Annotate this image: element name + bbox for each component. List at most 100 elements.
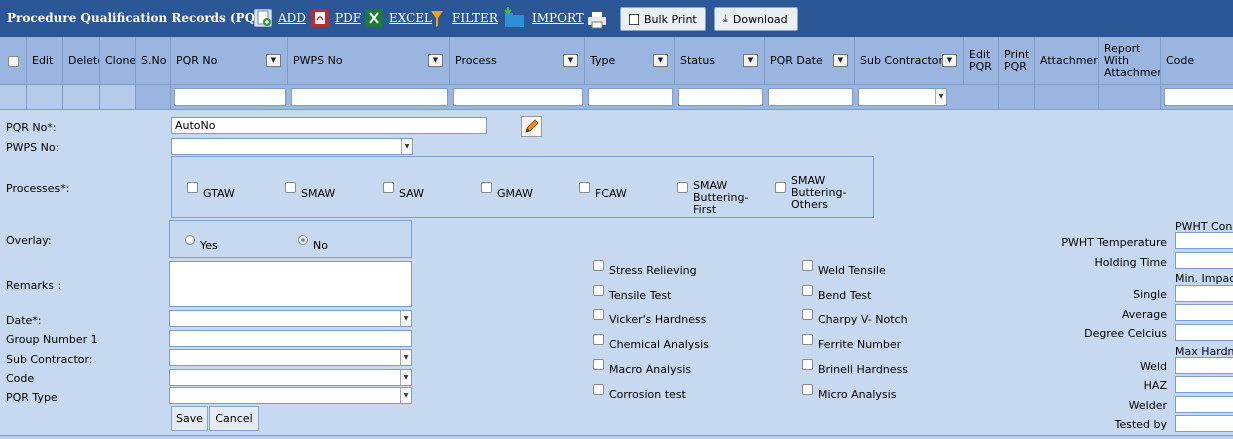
bend-test-checkbox[interactable] — [802, 285, 813, 296]
excel-icon[interactable] — [365, 9, 383, 27]
column-header-sub-contractor-label: Sub Contractor — [860, 54, 944, 67]
pqr-type-select[interactable]: ▼ — [169, 387, 412, 404]
column-header-print-pqr[interactable]: Print PQR — [999, 37, 1035, 85]
overlay-yes-radio[interactable] — [185, 235, 195, 245]
column-header-pqr-no[interactable]: PQR No ▼ — [171, 37, 288, 85]
chevron-down-icon[interactable]: ▼ — [935, 89, 946, 104]
fcaw-checkbox[interactable] — [579, 182, 590, 193]
pwps-no-select[interactable]: ▼ — [171, 138, 413, 155]
weld-input[interactable] — [1175, 357, 1233, 374]
excel-link[interactable]: EXCEL — [389, 11, 432, 25]
filter-icon[interactable] — [431, 10, 443, 28]
degree-celcius-input[interactable] — [1175, 324, 1233, 341]
group-number-input[interactable] — [169, 330, 412, 347]
filter-pwps-no-input[interactable] — [291, 88, 448, 106]
save-button[interactable]: Save — [171, 406, 208, 431]
pdf-link[interactable]: PDF — [335, 11, 361, 25]
column-header-sno[interactable]: S.No — [136, 37, 171, 85]
column-menu-icon[interactable]: ▼ — [942, 54, 957, 67]
column-header-pqr-date[interactable]: PQR Date ▼ — [765, 37, 855, 85]
chevron-down-icon[interactable]: ▼ — [401, 139, 412, 154]
toolbar: Procedure Qualification Records (PQR) AD… — [0, 0, 1233, 37]
column-header-pwps-no[interactable]: PWPS No ▼ — [288, 37, 450, 85]
tensile-test-checkbox[interactable] — [593, 285, 604, 296]
column-menu-icon[interactable]: ▼ — [563, 54, 578, 67]
brinell-hardness-checkbox[interactable] — [802, 359, 813, 370]
filter-link[interactable]: FILTER — [452, 11, 498, 25]
chevron-down-icon[interactable]: ▼ — [400, 311, 411, 326]
column-menu-icon[interactable]: ▼ — [428, 54, 443, 67]
gtaw-checkbox[interactable] — [187, 182, 198, 193]
column-header-attachment[interactable]: Attachment — [1035, 37, 1099, 85]
column-header-status[interactable]: Status ▼ — [675, 37, 765, 85]
micro-analysis-checkbox[interactable] — [802, 384, 813, 395]
pdf-icon[interactable] — [311, 9, 329, 27]
smaw-buttering-others-checkbox[interactable] — [775, 182, 786, 193]
column-header-process[interactable]: Process ▼ — [450, 37, 585, 85]
charpy-v-notch-checkbox[interactable] — [802, 309, 813, 320]
printer-icon[interactable] — [587, 11, 607, 29]
column-menu-icon[interactable]: ▼ — [743, 54, 758, 67]
column-header-code[interactable]: Code — [1161, 37, 1233, 85]
column-header-clone[interactable]: Clone — [100, 37, 136, 85]
column-header-type[interactable]: Type ▼ — [585, 37, 675, 85]
tested-by-input[interactable] — [1175, 415, 1233, 432]
single-input[interactable] — [1175, 285, 1233, 302]
bulk-print-button[interactable]: Bulk Print — [620, 7, 706, 31]
chevron-down-icon[interactable]: ▼ — [400, 350, 411, 365]
chevron-down-icon[interactable]: ▼ — [400, 370, 411, 385]
column-header-delete[interactable]: Delete — [63, 37, 100, 85]
pqr-no-input[interactable]: AutoNo — [171, 117, 487, 134]
weld-tensile-checkbox[interactable] — [802, 260, 813, 271]
micro-analysis-label: Micro Analysis — [818, 388, 897, 401]
overlay-no-radio[interactable] — [298, 235, 308, 245]
column-header-sub-contractor[interactable]: Sub Contractor ▼ — [855, 37, 964, 85]
haz-input[interactable] — [1175, 376, 1233, 393]
import-icon[interactable] — [503, 6, 525, 28]
pwht-temperature-label: PWHT Temperature — [1061, 236, 1167, 249]
filter-pqr-no-input[interactable] — [174, 88, 286, 106]
smaw-checkbox[interactable] — [285, 182, 296, 193]
welder-input[interactable] — [1175, 396, 1233, 413]
chemical-analysis-checkbox[interactable] — [593, 334, 604, 345]
filter-process-input[interactable] — [453, 88, 583, 106]
pwps-no-label: PWPS No: — [6, 141, 60, 154]
download-button[interactable]: ⤓ Download — [714, 7, 798, 31]
smaw-buttering-first-checkbox[interactable] — [677, 182, 688, 193]
import-link[interactable]: IMPORT — [532, 11, 584, 25]
column-header-edit-pqr[interactable]: Edit PQR — [964, 37, 999, 85]
filter-status-input[interactable] — [678, 88, 763, 106]
column-header-report-with-attachment[interactable]: Report With Attachment — [1099, 37, 1161, 85]
cancel-button[interactable]: Cancel — [209, 406, 259, 431]
filter-pqr-date-input[interactable] — [768, 88, 853, 106]
ferrite-number-checkbox[interactable] — [802, 334, 813, 345]
chevron-down-icon[interactable]: ▼ — [400, 388, 411, 403]
filter-sub-contractor-select[interactable]: ▼ — [858, 88, 947, 106]
gmaw-checkbox[interactable] — [481, 182, 492, 193]
filter-type-input[interactable] — [588, 88, 673, 106]
pwht-temperature-input[interactable] — [1175, 232, 1233, 249]
sub-contractor-select[interactable]: ▼ — [169, 349, 412, 366]
filter-code-input[interactable] — [1164, 88, 1233, 106]
remarks-textarea[interactable] — [169, 261, 412, 307]
vickers-hardness-checkbox[interactable] — [593, 309, 604, 320]
add-document-icon[interactable] — [254, 9, 272, 27]
min-impact-header: Min. Impact — [1175, 272, 1233, 285]
column-menu-icon[interactable]: ▼ — [653, 54, 668, 67]
column-menu-icon[interactable]: ▼ — [266, 54, 281, 67]
date-picker[interactable]: ▼ — [169, 310, 412, 327]
select-all-checkbox[interactable] — [7, 55, 19, 67]
add-link[interactable]: ADD — [278, 11, 306, 25]
holding-time-input[interactable] — [1175, 252, 1233, 269]
average-input[interactable] — [1175, 304, 1233, 321]
code-select[interactable]: ▼ — [169, 369, 412, 386]
remarks-label: Remarks : — [6, 279, 62, 292]
stress-relieving-checkbox[interactable] — [593, 260, 604, 271]
column-menu-icon[interactable]: ▼ — [833, 54, 848, 67]
saw-checkbox[interactable] — [383, 182, 394, 193]
pencil-icon[interactable] — [521, 116, 542, 137]
corrosion-test-checkbox[interactable] — [593, 384, 604, 395]
column-header-edit[interactable]: Edit — [27, 37, 63, 85]
macro-analysis-checkbox[interactable] — [593, 359, 604, 370]
code-label: Code — [6, 372, 35, 385]
